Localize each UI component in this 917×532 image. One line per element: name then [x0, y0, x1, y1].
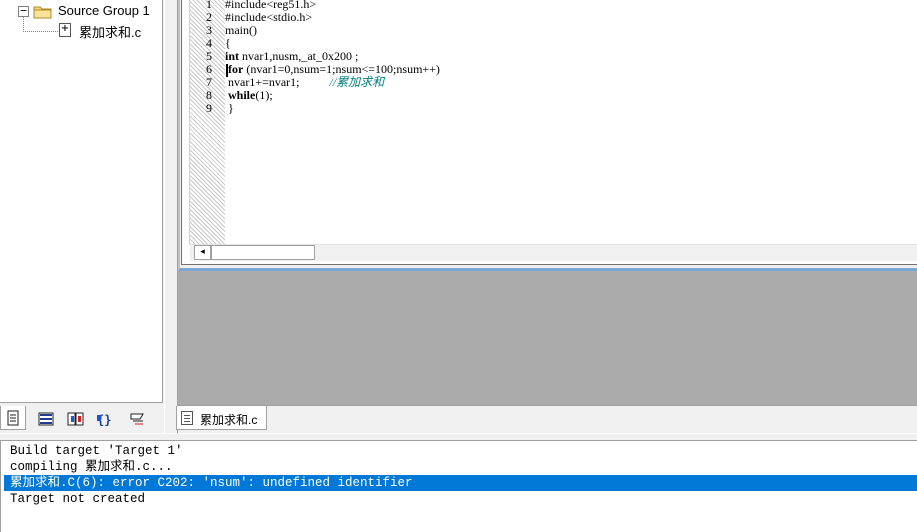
document-icon: [7, 410, 19, 426]
project-tree-panel: [0, 0, 163, 402]
ide-window: − Source Group 1 + 累加求和.c {} 1 2 3 4 5 6…: [0, 0, 917, 532]
output-line[interactable]: Target not created: [10, 491, 145, 507]
project-window-tabs: {}: [0, 402, 163, 433]
template-icon: [130, 413, 144, 425]
code-token: #include<stdio.h>: [225, 10, 313, 24]
output-error-line[interactable]: 累加求和.C(6): error C202: 'nsum': undefined…: [4, 475, 917, 491]
vertical-splitter[interactable]: [164, 0, 178, 433]
code-line[interactable]: }: [225, 102, 234, 115]
list-icon: [38, 412, 54, 426]
keyword-token: while: [228, 88, 256, 102]
scroll-left-arrow-icon[interactable]: ◂: [194, 245, 211, 260]
code-token: }: [225, 101, 234, 115]
keyword-token: for: [228, 62, 244, 76]
registers-tab[interactable]: [33, 406, 59, 430]
code-token: nvar1+=nvar1;: [225, 75, 330, 89]
braces-icon: {}: [97, 413, 111, 427]
source-file-label[interactable]: 累加求和.c: [79, 22, 141, 41]
code-token: (nvar1=0,nsum=1;nsum<=100;nsum++): [243, 62, 440, 76]
templates-tab[interactable]: [124, 406, 150, 430]
editor-tab-label[interactable]: 累加求和.c: [200, 411, 257, 428]
source-group-label[interactable]: Source Group 1: [58, 3, 150, 18]
line-number: 9: [206, 101, 212, 115]
horizontal-splitter[interactable]: [0, 433, 917, 441]
scrollbar-thumb[interactable]: [211, 245, 315, 260]
collapse-toggle-icon[interactable]: −: [18, 5, 29, 17]
editor-gutter: [182, 0, 190, 244]
tree-connector-branch: [23, 31, 58, 32]
keyword-token: int: [225, 49, 240, 63]
code-token: {: [225, 36, 231, 50]
c-file-icon: +: [59, 23, 71, 37]
output-line[interactable]: Build target 'Target 1': [10, 443, 183, 459]
text-caret: [226, 64, 228, 77]
book-icon: [67, 412, 84, 426]
editor-tab-strip: [178, 405, 917, 433]
code-token: (1);: [255, 88, 273, 102]
document-icon: [181, 411, 193, 425]
output-line[interactable]: compiling 累加求和.c...: [10, 459, 173, 475]
folder-icon: [33, 6, 52, 19]
code-editor[interactable]: [181, 0, 917, 265]
project-tab[interactable]: [0, 406, 26, 430]
books-tab[interactable]: [62, 406, 88, 430]
functions-tab[interactable]: {}: [92, 406, 118, 430]
code-token: nvar1,nusm,_at_0x200 ;: [239, 49, 359, 63]
code-token: main(): [225, 23, 257, 37]
comment-token: //累加求和: [329, 75, 385, 89]
